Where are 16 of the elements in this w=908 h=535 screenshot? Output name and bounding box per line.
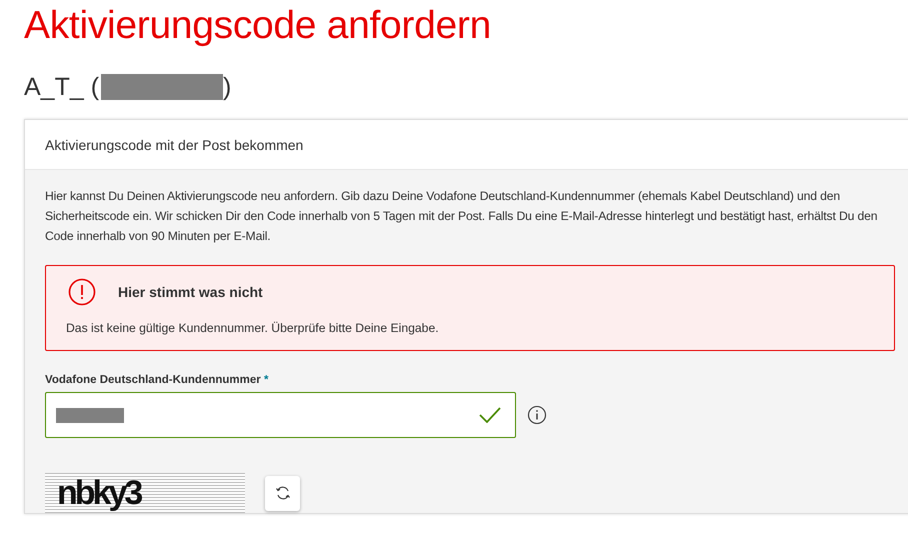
warning-icon	[68, 278, 96, 306]
info-icon[interactable]	[527, 405, 547, 425]
refresh-button[interactable]	[265, 476, 300, 510]
refresh-icon	[274, 485, 290, 501]
required-mark: *	[264, 374, 268, 386]
alert-message: Das ist keine gültige Kundennummer. Überprüfe bitte Deine Eingabe.	[66, 321, 440, 335]
check-icon	[479, 407, 501, 423]
card-title: Aktivierungscode mit der Post bekommen	[45, 136, 304, 152]
alert-title: Hier stimmt was nicht	[118, 284, 263, 300]
account-name: A_T_ (	[24, 72, 100, 103]
intro-paragraph: Hier kannst Du Deinen Aktivierungscode neu anfordern. Gib dazu Deine Vodafone Deutschland-Kundennummer (ehemals Kabel Deutschland) und den Sicherheitscode ein. Wir schicken Dir den Code innerhalb von 5 Tagen mit der Post. Falls Du eine E-Mail-Adresse hinterlegt und bestätigt hast, erhältst Du den Code innerhalb von 90 Minuten per E-Mail.	[45, 188, 878, 245]
account-name-end: )	[223, 72, 232, 103]
page-title: Aktivierungscode anfordern	[23, 3, 492, 49]
field-label: Vodafone Deutschland-Kundennummer	[45, 374, 261, 386]
customer-number-field[interactable]	[45, 392, 516, 438]
captcha-image: nbky3	[45, 473, 245, 513]
